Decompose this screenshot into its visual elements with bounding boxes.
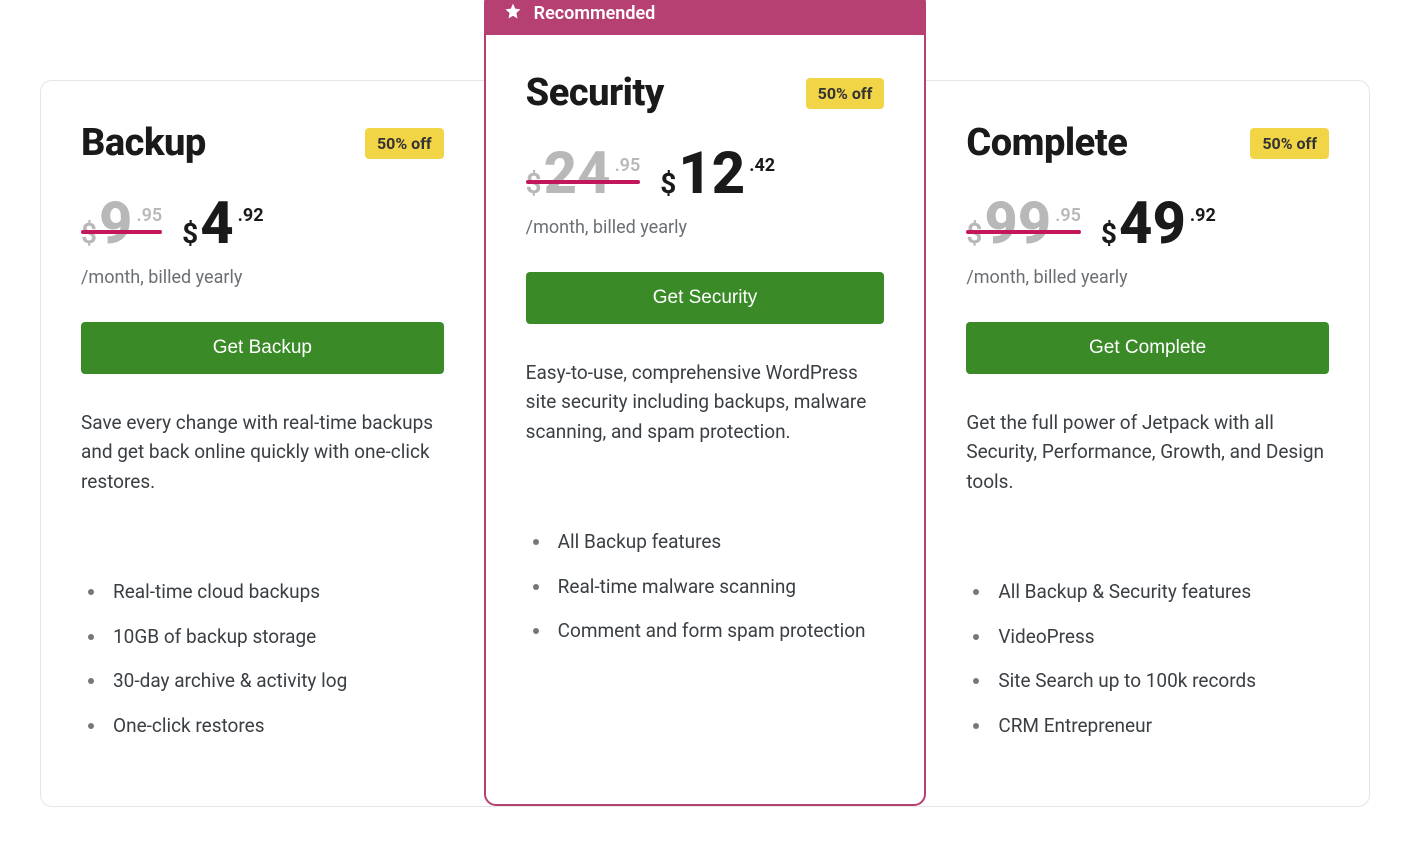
new-price-integer: 4 xyxy=(200,195,233,253)
plan-header: Security 50% off xyxy=(526,71,885,115)
plan-card-backup: Backup 50% off $ 9 .95 $ 4 .92 /month, b… xyxy=(41,81,484,806)
currency-symbol: $ xyxy=(182,217,198,250)
billing-note: /month, billed yearly xyxy=(81,267,444,288)
plan-card-complete: Complete 50% off $ 99 .95 $ 49 .92 /mont… xyxy=(926,81,1369,806)
old-price: $ 9 .95 xyxy=(81,195,162,253)
plan-description: Easy-to-use, comprehensive WordPress sit… xyxy=(526,358,885,478)
feature-item: All Backup & Security features xyxy=(992,578,1329,607)
get-backup-button[interactable]: Get Backup xyxy=(81,322,444,374)
new-price-integer: 49 xyxy=(1119,195,1186,253)
feature-list: All Backup & Security features VideoPres… xyxy=(966,578,1329,740)
get-complete-button[interactable]: Get Complete xyxy=(966,322,1329,374)
feature-item: CRM Entrepreneur xyxy=(992,712,1329,741)
price-row: $ 99 .95 $ 49 .92 xyxy=(966,195,1329,253)
new-price: $ 12 .42 xyxy=(660,145,775,203)
plan-card-security: Recommended Security 50% off $ 24 .95 $ … xyxy=(484,31,927,806)
currency-symbol: $ xyxy=(966,217,982,250)
feature-item: Real-time malware scanning xyxy=(552,573,885,602)
plan-title: Backup xyxy=(81,121,206,165)
feature-item: 30-day archive & activity log xyxy=(107,667,444,696)
feature-list: Real-time cloud backups 10GB of backup s… xyxy=(81,578,444,740)
old-price: $ 24 .95 xyxy=(526,145,641,203)
price-row: $ 9 .95 $ 4 .92 xyxy=(81,195,444,253)
recommended-ribbon: Recommended xyxy=(484,0,927,35)
currency-symbol: $ xyxy=(526,167,542,200)
feature-item: One-click restores xyxy=(107,712,444,741)
plan-description: Get the full power of Jetpack with all S… xyxy=(966,408,1329,528)
pricing-grid: Backup 50% off $ 9 .95 $ 4 .92 /month, b… xyxy=(40,80,1370,807)
feature-item: Site Search up to 100k records xyxy=(992,667,1329,696)
feature-item: VideoPress xyxy=(992,623,1329,652)
currency-symbol: $ xyxy=(1101,217,1117,250)
old-price-integer: 99 xyxy=(984,195,1051,253)
feature-item: Comment and form spam protection xyxy=(552,617,885,646)
old-price-cents: .95 xyxy=(1055,195,1081,226)
plan-title: Complete xyxy=(966,121,1127,165)
plan-title: Security xyxy=(526,71,664,115)
old-price-integer: 9 xyxy=(99,195,132,253)
feature-item: 10GB of backup storage xyxy=(107,623,444,652)
plan-description: Save every change with real-time backups… xyxy=(81,408,444,528)
currency-symbol: $ xyxy=(660,167,676,200)
old-price-cents: .95 xyxy=(615,145,641,176)
new-price: $ 49 .92 xyxy=(1101,195,1216,253)
price-row: $ 24 .95 $ 12 .42 xyxy=(526,145,885,203)
billing-note: /month, billed yearly xyxy=(966,267,1329,288)
feature-item: All Backup features xyxy=(552,528,885,557)
discount-badge: 50% off xyxy=(1250,128,1329,159)
old-price-integer: 24 xyxy=(544,145,611,203)
new-price-cents: .42 xyxy=(749,145,775,176)
recommended-label: Recommended xyxy=(534,3,656,24)
feature-list: All Backup features Real-time malware sc… xyxy=(526,528,885,646)
old-price: $ 99 .95 xyxy=(966,195,1081,253)
new-price: $ 4 .92 xyxy=(182,195,263,253)
new-price-cents: .92 xyxy=(1190,195,1216,226)
new-price-integer: 12 xyxy=(678,145,745,203)
get-security-button[interactable]: Get Security xyxy=(526,272,885,324)
feature-item: Real-time cloud backups xyxy=(107,578,444,607)
discount-badge: 50% off xyxy=(806,78,885,109)
new-price-cents: .92 xyxy=(238,195,264,226)
star-icon xyxy=(504,2,522,25)
old-price-cents: .95 xyxy=(136,195,162,226)
currency-symbol: $ xyxy=(81,217,97,250)
billing-note: /month, billed yearly xyxy=(526,217,885,238)
plan-header: Complete 50% off xyxy=(966,121,1329,165)
discount-badge: 50% off xyxy=(365,128,444,159)
plan-header: Backup 50% off xyxy=(81,121,444,165)
